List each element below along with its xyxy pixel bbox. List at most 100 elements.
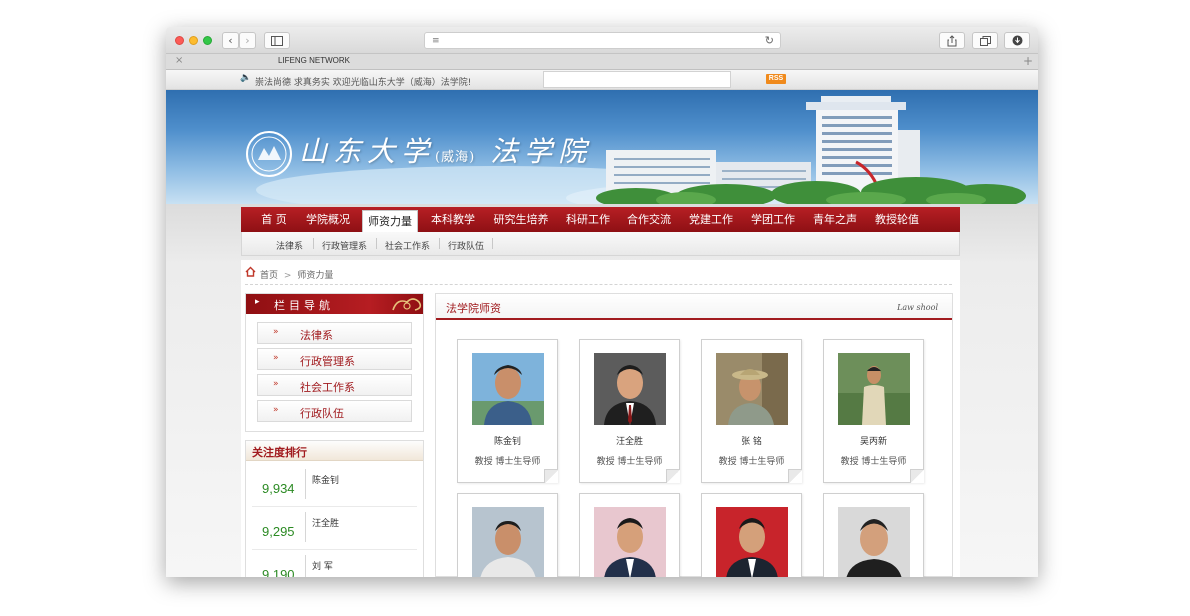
ranking-header: 关注度排行 [246,441,423,461]
faculty-name[interactable]: 汪全胜 [580,434,679,447]
tab-title[interactable]: LIFENG NETWORK [278,56,350,65]
faculty-card[interactable]: 汪全胜 教授 博士生导师 [579,339,680,483]
page-curl-decoration [788,469,802,483]
rss-badge[interactable]: RSS [766,74,786,84]
zoom-window-button[interactable] [203,36,212,45]
ranking-count: 9,295 [262,524,295,539]
nav-item-student-affairs[interactable]: 学团工作 [744,207,802,232]
faculty-photo[interactable] [472,507,544,577]
faculty-photo[interactable] [838,353,910,425]
breadcrumb-home[interactable]: 首页 [260,271,278,281]
nav-item-about[interactable]: 学院概况 [301,207,355,232]
ranking-row[interactable]: 9,934 陈金钊 [252,465,417,507]
ranking-count: 9,190 [262,567,295,577]
share-icon [947,35,957,47]
sidebar-item-admin-management[interactable]: » 行政管理系 [257,348,412,370]
faculty-card[interactable]: 吴丙新 教授 博士生导师 [823,339,924,483]
faculty-photo[interactable] [594,507,666,577]
faculty-title-text: 教授 博士生导师 [718,457,785,467]
faculty-title-en: Law shool [897,303,938,312]
double-chevron-icon: » [273,327,279,337]
screenshot-stage: ‹ › ≡ ↻ × LIFENG NETWORK + 🔈 崇法尚德 求真务实 欢… [0,0,1190,616]
faculty-title-text: 教授 博士生导师 [596,457,663,467]
reload-icon[interactable]: ↻ [765,34,774,47]
faculty-photo[interactable] [716,507,788,577]
close-window-button[interactable] [175,36,184,45]
faculty-photo[interactable] [838,507,910,577]
nav-item-research[interactable]: 科研工作 [559,207,617,232]
breadcrumb-divider [245,284,952,285]
popularity-ranking: 关注度排行 9,934 陈金钊 9,295 汪全胜 9,190 刘 军 [245,440,424,577]
breadcrumb: 首页 > 师资力量 [247,268,333,281]
logo-university: 山东大学 [299,135,436,168]
tab-close-icon[interactable]: × [175,55,183,66]
nav-item-home[interactable]: 首 页 [247,207,301,232]
subnav-item-admin-team[interactable]: 行政队伍 [448,239,484,252]
downloads-button[interactable] [1004,32,1030,49]
cloud-ornament-icon [392,298,422,311]
faculty-title: 法学院师资 [446,302,501,315]
nav-item-cooperation[interactable]: 合作交流 [620,207,678,232]
nav-item-graduate[interactable]: 研究生培养 [485,207,557,232]
faculty-photo[interactable] [472,353,544,425]
sidebar-item-label: 法律系 [300,329,333,342]
back-button[interactable]: ‹ [222,32,239,49]
tabs-overview-button[interactable] [972,32,998,49]
faculty-name[interactable]: 张 铭 [702,434,801,447]
double-chevron-icon: » [273,353,279,363]
sidebar-item-admin-team[interactable]: » 行政队伍 [257,400,412,422]
faculty-card[interactable] [701,493,802,577]
share-button[interactable] [939,32,965,49]
nav-item-youth-voice[interactable]: 青年之声 [806,207,864,232]
faculty-name[interactable]: 陈金钊 [458,434,557,447]
triangle-right-icon: ▸ [255,297,260,307]
faculty-title-text: 教授 博士生导师 [474,457,541,467]
college-logo[interactable]: 山东大学(威海) 法学院 [299,130,592,170]
subnav-item-admin-management[interactable]: 行政管理系 [322,239,367,252]
banner-illustration [246,96,1026,204]
subnav-item-social-work[interactable]: 社会工作系 [385,239,430,252]
subnav-item-law[interactable]: 法律系 [276,239,303,252]
sidebar-item-law[interactable]: » 法律系 [257,322,412,344]
nav-item-undergraduate[interactable]: 本科教学 [424,207,482,232]
faculty-header: 法学院师资 Law shool [436,294,952,320]
site-search-input[interactable] [543,71,731,88]
subnav-divider [376,238,377,249]
ranking-row[interactable]: 9,295 汪全胜 [252,508,417,550]
faculty-card[interactable] [457,493,558,577]
page-area: 首 页 学院概况 师资力量 本科教学 研究生培养 科研工作 合作交流 党建工作 … [166,204,1038,577]
browser-window: ‹ › ≡ ↻ × LIFENG NETWORK + 🔈 崇法尚德 求真务实 欢… [166,27,1038,577]
nav-item-professor-rotation[interactable]: 教授轮值 [868,207,926,232]
reader-lines-icon[interactable]: ≡ [432,37,440,46]
address-bar[interactable]: ≡ ↻ [424,32,781,49]
sidebar-button[interactable] [264,32,290,49]
forward-button[interactable]: › [239,32,256,49]
breadcrumb-current: 师资力量 [297,271,334,281]
page-sheet: 首页 > 师资力量 ▸ 栏目导航 » 法律系 » 行政管理系 » 社会工作系 »… [241,260,960,577]
faculty-card[interactable] [823,493,924,577]
ranking-name[interactable]: 刘 军 [312,559,333,572]
download-icon [1012,35,1022,46]
faculty-photo[interactable] [716,353,788,425]
faculty-card[interactable] [579,493,680,577]
faculty-card[interactable]: 张 铭 教授 博士生导师 [701,339,802,483]
ranking-name[interactable]: 汪全胜 [312,516,339,529]
faculty-photo[interactable] [594,353,666,425]
sidebar-item-social-work[interactable]: » 社会工作系 [257,374,412,396]
nav-item-faculty[interactable]: 师资力量 [362,210,418,232]
subnav-divider [439,238,440,249]
web-content: 🔈 崇法尚德 求真务实 欢迎光临山东大学（威海）法学院! RSS 山东大学(威海… [166,70,1038,577]
subnav-divider [492,238,493,249]
minimize-window-button[interactable] [189,36,198,45]
breadcrumb-separator: > [283,271,292,281]
ranking-row[interactable]: 9,190 刘 军 [252,551,417,577]
ranking-name[interactable]: 陈金钊 [312,473,339,486]
sidebar-item-label: 行政管理系 [300,355,355,368]
new-tab-icon[interactable]: + [1023,54,1033,68]
faculty-card[interactable]: 陈金钊 教授 博士生导师 [457,339,558,483]
sidebar-item-label: 行政队伍 [300,407,344,420]
browser-toolbar: ‹ › ≡ ↻ [166,27,1038,54]
faculty-panel: 法学院师资 Law shool 陈金钊 教授 博士生导师 汪全胜 教授 博士生导… [435,293,953,577]
faculty-name[interactable]: 吴丙新 [824,434,923,447]
nav-item-party[interactable]: 党建工作 [682,207,740,232]
